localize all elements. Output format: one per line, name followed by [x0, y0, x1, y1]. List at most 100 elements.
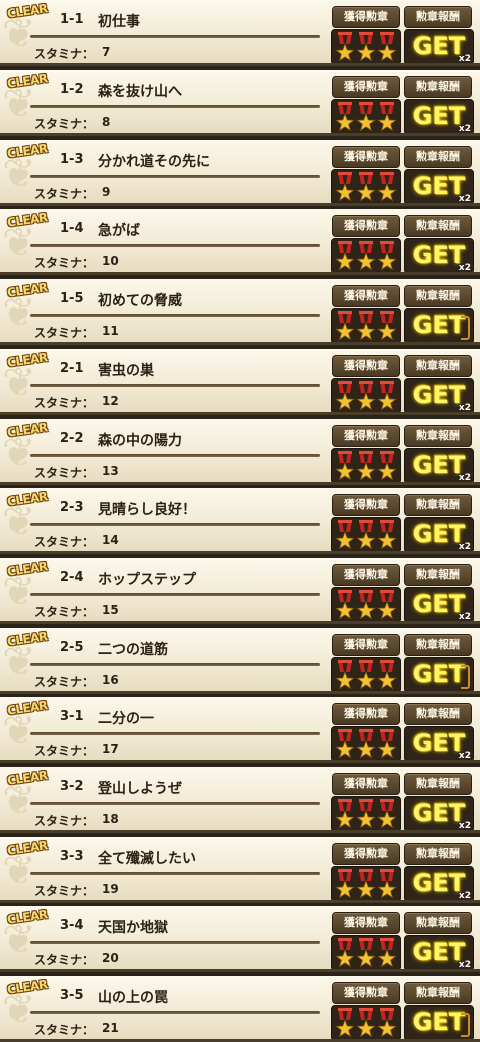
acquired-medals-button[interactable]: 獲得勲章	[332, 76, 400, 98]
acquired-medals-button[interactable]: 獲得勲章	[332, 6, 400, 28]
stage-row[interactable]: ❦ CLEAR 3-2 登山しようぜ スタミナ： 18 獲得勲章 勲章報酬 GE…	[0, 767, 480, 833]
get-reward-button[interactable]: GET x2	[404, 448, 474, 482]
medal-icon	[377, 938, 397, 968]
acquired-medals-button[interactable]: 獲得勲章	[332, 564, 400, 586]
stage-row[interactable]: ❦ CLEAR 1-4 急がば スタミナ： 10 獲得勲章 勲章報酬 GET x…	[0, 209, 480, 275]
stage-title: 全て殲滅したい	[98, 851, 196, 867]
medal-icon	[377, 381, 397, 411]
medal-slots	[331, 657, 401, 691]
acquired-medals-button[interactable]: 獲得勲章	[332, 215, 400, 237]
stage-row[interactable]: ❦ CLEAR 3-3 全て殲滅したい スタミナ： 19 獲得勲章 勲章報酬 G…	[0, 837, 480, 903]
acquired-medals-button[interactable]: 獲得勲章	[332, 773, 400, 795]
acquired-medals-button[interactable]: 獲得勲章	[332, 146, 400, 168]
get-label: GET	[412, 1008, 466, 1036]
get-reward-button[interactable]: GET x2	[404, 866, 474, 900]
stage-row[interactable]: ❦ CLEAR 2-3 見晴らし良好！ スタミナ： 14 獲得勲章 勲章報酬 G…	[0, 488, 480, 554]
acquired-medals-button[interactable]: 獲得勲章	[332, 703, 400, 725]
stamina-label: スタミナ：	[34, 953, 95, 967]
medal-slots	[331, 517, 401, 551]
acquired-medals-button[interactable]: 獲得勲章	[332, 843, 400, 865]
stage-row[interactable]: ❦ CLEAR 1-2 森を抜け山へ スタミナ： 8 獲得勲章 勲章報酬 GET…	[0, 70, 480, 136]
stamina-label: スタミナ：	[34, 326, 95, 340]
stamina-label: スタミナ：	[34, 744, 95, 758]
medal-slots	[331, 238, 401, 272]
medal-icon	[335, 799, 355, 829]
get-reward-button[interactable]: GET x2	[404, 169, 474, 203]
stage-row[interactable]: ❦ CLEAR 2-5 二つの道筋 スタミナ： 16 獲得勲章 勲章報酬 GET	[0, 628, 480, 694]
medal-reward-button[interactable]: 勲章報酬	[404, 6, 472, 28]
stamina-value: 16	[102, 673, 119, 687]
medal-icon	[377, 660, 397, 690]
medal-icon	[356, 311, 376, 341]
medal-reward-button[interactable]: 勲章報酬	[404, 634, 472, 656]
get-reward-button[interactable]: GET	[404, 657, 474, 691]
medal-reward-button[interactable]: 勲章報酬	[404, 215, 472, 237]
acquired-medals-button[interactable]: 獲得勲章	[332, 982, 400, 1004]
stamina-label: スタミナ：	[34, 256, 95, 270]
acquired-medals-button[interactable]: 獲得勲章	[332, 285, 400, 307]
clear-badge: CLEAR	[6, 907, 49, 927]
get-reward-button[interactable]: GET	[404, 1005, 474, 1039]
get-reward-button[interactable]: GET x2	[404, 99, 474, 133]
stage-row[interactable]: ❦ CLEAR 3-5 山の上の罠 スタミナ： 21 獲得勲章 勲章報酬 GET	[0, 976, 480, 1042]
get-reward-button[interactable]: GET x2	[404, 726, 474, 760]
divider	[30, 802, 320, 805]
get-reward-button[interactable]: GET	[404, 308, 474, 342]
stage-row[interactable]: ❦ CLEAR 2-1 害虫の巣 スタミナ： 12 獲得勲章 勲章報酬 GET …	[0, 349, 480, 415]
medal-icon	[335, 590, 355, 620]
medal-reward-button[interactable]: 勲章報酬	[404, 703, 472, 725]
stamina-label: スタミナ：	[34, 814, 95, 828]
stage-number: 1-3	[60, 152, 84, 167]
stage-title: 森の中の陽力	[98, 433, 182, 449]
stage-row[interactable]: ❦ CLEAR 2-4 ホップステップ スタミナ： 15 獲得勲章 勲章報酬 G…	[0, 558, 480, 624]
stage-title: 急がば	[98, 223, 140, 239]
medal-reward-button[interactable]: 勲章報酬	[404, 425, 472, 447]
medal-icon	[377, 520, 397, 550]
divider	[30, 384, 320, 387]
stage-number: 3-4	[60, 918, 84, 933]
medal-icon	[377, 590, 397, 620]
medal-reward-button[interactable]: 勲章報酬	[404, 982, 472, 1004]
get-reward-button[interactable]: GET x2	[404, 238, 474, 272]
get-reward-button[interactable]: GET x2	[404, 587, 474, 621]
clear-badge: CLEAR	[6, 280, 49, 300]
stage-row[interactable]: ❦ CLEAR 1-3 分かれ道その先に スタミナ： 9 獲得勲章 勲章報酬 G…	[0, 140, 480, 206]
medal-reward-button[interactable]: 勲章報酬	[404, 773, 472, 795]
acquired-medals-button[interactable]: 獲得勲章	[332, 355, 400, 377]
medal-slots	[331, 378, 401, 412]
medal-reward-button[interactable]: 勲章報酬	[404, 843, 472, 865]
stage-row[interactable]: ❦ CLEAR 3-4 天国か地獄 スタミナ： 20 獲得勲章 勲章報酬 GET…	[0, 906, 480, 972]
stamina-value: 14	[102, 533, 119, 547]
medal-reward-button[interactable]: 勲章報酬	[404, 355, 472, 377]
get-reward-button[interactable]: GET x2	[404, 796, 474, 830]
medal-reward-button[interactable]: 勲章報酬	[404, 912, 472, 934]
medal-icon	[377, 799, 397, 829]
medal-reward-button[interactable]: 勲章報酬	[404, 564, 472, 586]
stage-number: 3-1	[60, 709, 84, 724]
medal-reward-button[interactable]: 勲章報酬	[404, 494, 472, 516]
acquired-medals-button[interactable]: 獲得勲章	[332, 494, 400, 516]
get-reward-button[interactable]: GET x2	[404, 29, 474, 63]
medal-reward-button[interactable]: 勲章報酬	[404, 285, 472, 307]
clear-badge: CLEAR	[6, 489, 49, 509]
stage-number: 1-4	[60, 221, 84, 236]
clear-badge: CLEAR	[6, 629, 49, 649]
stage-row[interactable]: ❦ CLEAR 2-2 森の中の陽力 スタミナ： 13 獲得勲章 勲章報酬 GE…	[0, 419, 480, 485]
get-reward-button[interactable]: GET x2	[404, 378, 474, 412]
acquired-medals-button[interactable]: 獲得勲章	[332, 912, 400, 934]
acquired-medals-button[interactable]: 獲得勲章	[332, 634, 400, 656]
stage-row[interactable]: ❦ CLEAR 3-1 二分の一 スタミナ： 17 獲得勲章 勲章報酬 GET …	[0, 697, 480, 763]
divider	[30, 732, 320, 735]
medal-reward-button[interactable]: 勲章報酬	[404, 146, 472, 168]
medal-reward-button[interactable]: 勲章報酬	[404, 76, 472, 98]
get-reward-button[interactable]: GET x2	[404, 935, 474, 969]
divider	[30, 244, 320, 247]
medal-icon	[377, 32, 397, 62]
acquired-medals-button[interactable]: 獲得勲章	[332, 425, 400, 447]
divider	[30, 663, 320, 666]
stage-row[interactable]: ❦ CLEAR 1-5 初めての脅威 スタミナ： 11 獲得勲章 勲章報酬 GE…	[0, 279, 480, 345]
stage-number: 1-5	[60, 291, 84, 306]
medal-icon	[377, 241, 397, 271]
get-reward-button[interactable]: GET x2	[404, 517, 474, 551]
stage-row[interactable]: ❦ CLEAR 1-1 初仕事 スタミナ： 7 獲得勲章 勲章報酬 GET x2	[0, 0, 480, 66]
